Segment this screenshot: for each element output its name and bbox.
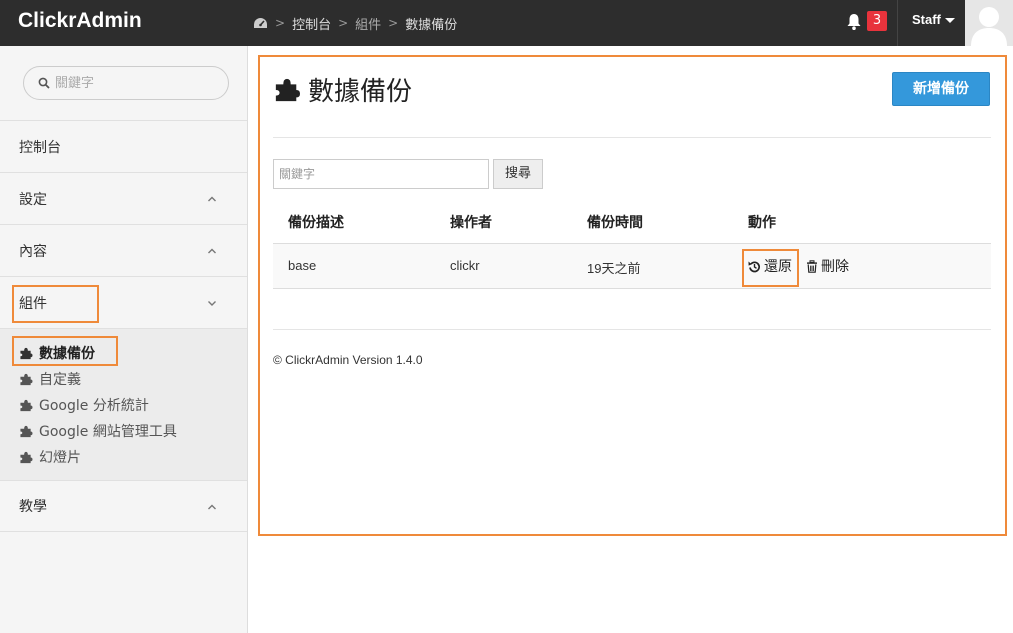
submenu-item-label: Google 分析統計	[39, 398, 149, 414]
submenu-item-google-webmaster[interactable]: Google 網站管理工具	[19, 420, 177, 442]
breadcrumb-separator: >	[388, 16, 399, 30]
add-backup-button[interactable]: 新增備份	[892, 72, 990, 106]
cell-operator: clickr	[450, 258, 480, 273]
cell-time: 19天之前	[587, 261, 641, 276]
sidebar-item-label: 組件	[19, 295, 47, 312]
sidebar-item-label: 設定	[19, 191, 47, 208]
chevron-up-icon	[208, 196, 216, 202]
sidebar-item-label: 控制台	[19, 139, 61, 156]
avatar[interactable]	[965, 0, 1013, 46]
page-header: 數據備份	[274, 71, 412, 108]
navbar-divider	[897, 0, 898, 46]
page-title: 數據備份	[308, 77, 413, 107]
user-menu[interactable]: Staff	[912, 12, 955, 27]
delete-label: 刪除	[821, 259, 849, 275]
puzzle-icon	[20, 451, 33, 463]
chevron-up-icon	[208, 504, 216, 510]
submenu-item-label: 幻燈片	[39, 450, 81, 466]
puzzle-icon	[20, 373, 33, 385]
cell-description: base	[288, 258, 317, 273]
column-header-operator: 操作者	[450, 215, 492, 231]
sidebar-item-settings[interactable]: 設定	[0, 172, 247, 224]
notification-badge[interactable]: 3	[867, 11, 887, 31]
sidebar: 控制台 設定 內容 組件 數據備份 自定義 Google 分析統計 Google…	[0, 46, 248, 633]
top-navbar: ClickrAdmin > 控制台 > 組件 > 數據備份 3 Staff	[0, 0, 1013, 46]
components-submenu: 數據備份 自定義 Google 分析統計 Google 網站管理工具 幻燈片	[0, 328, 247, 480]
sidebar-item-tutorial[interactable]: 教學	[0, 480, 247, 532]
sidebar-item-content[interactable]: 內容	[0, 224, 247, 276]
puzzle-icon	[275, 78, 300, 101]
search-button[interactable]: 搜尋	[493, 159, 543, 189]
brand-logo[interactable]: ClickrAdmin	[18, 9, 142, 33]
breadcrumb: > 控制台 > 組件 > 數據備份	[253, 0, 457, 46]
submenu-item-label: 自定義	[39, 372, 81, 388]
footer-version: © ClickrAdmin Version 1.4.0	[273, 353, 423, 367]
sidebar-item-dashboard[interactable]: 控制台	[0, 120, 247, 172]
divider	[273, 137, 991, 138]
chevron-down-icon	[208, 301, 216, 306]
submenu-item-data-backup[interactable]: 數據備份	[19, 342, 95, 364]
submenu-item-google-analytics[interactable]: Google 分析統計	[19, 394, 149, 416]
breadcrumb-components[interactable]: 組件	[355, 14, 381, 33]
filter-keyword-input[interactable]	[273, 159, 489, 189]
sidebar-item-label: 內容	[19, 243, 47, 260]
restore-button[interactable]: 還原	[748, 256, 792, 276]
user-silhouette-icon	[965, 0, 1013, 46]
bell-icon[interactable]	[846, 13, 862, 31]
sidebar-item-label: 教學	[19, 499, 47, 515]
breadcrumb-dashboard[interactable]: 控制台	[292, 14, 331, 33]
sidebar-item-components[interactable]: 組件	[0, 276, 247, 328]
delete-button[interactable]: 刪除	[806, 256, 849, 276]
sidebar-search[interactable]	[23, 66, 229, 100]
column-header-action: 動作	[748, 215, 776, 231]
trash-icon	[807, 259, 817, 273]
submenu-item-slideshow[interactable]: 幻燈片	[19, 446, 81, 468]
breadcrumb-current: 數據備份	[405, 17, 458, 33]
column-header-time: 備份時間	[587, 215, 643, 231]
restore-icon	[748, 261, 760, 272]
column-header-description: 備份描述	[288, 215, 344, 231]
breadcrumb-separator: >	[338, 16, 349, 30]
caret-down-icon	[944, 18, 955, 23]
main-panel: 數據備份 新增備份 搜尋 備份描述 操作者 備份時間 動作 base click…	[258, 55, 1007, 536]
sidebar-search-input[interactable]	[55, 75, 225, 91]
breadcrumb-separator: >	[275, 16, 286, 30]
puzzle-icon	[20, 347, 33, 359]
search-icon	[38, 77, 50, 89]
puzzle-icon	[20, 425, 33, 437]
submenu-item-label: Google 網站管理工具	[39, 424, 177, 440]
submenu-item-label: 數據備份	[39, 346, 95, 362]
restore-label: 還原	[764, 259, 792, 275]
user-label: Staff	[912, 12, 941, 27]
table-row: base clickr 19天之前 還原 刪除	[273, 244, 991, 289]
dashboard-icon[interactable]	[253, 17, 268, 30]
chevron-up-icon	[208, 248, 216, 254]
submenu-item-custom[interactable]: 自定義	[19, 368, 81, 390]
divider	[273, 329, 991, 330]
puzzle-icon	[20, 399, 33, 411]
